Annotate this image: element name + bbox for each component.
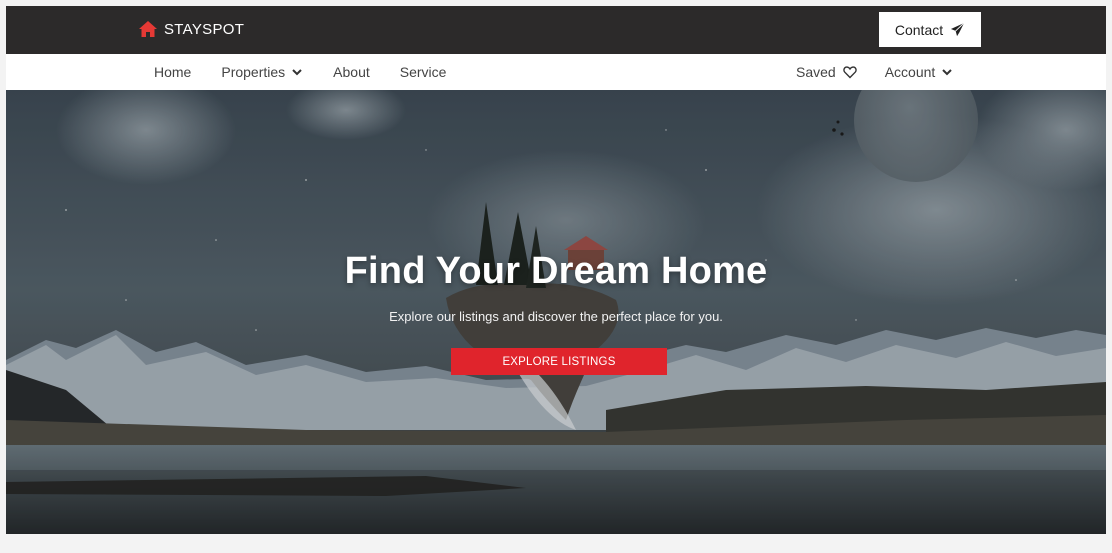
home-icon: [139, 21, 157, 37]
nav-item-label: Home: [154, 64, 192, 80]
nav-item-saved[interactable]: Saved: [796, 64, 857, 80]
brand-logo[interactable]: STAYSPOT: [138, 20, 244, 38]
page-frame: STAYSPOT Contact Home Properties About S…: [6, 6, 1106, 534]
main-nav: Home Properties About Service Saved Acco…: [6, 54, 1106, 90]
nav-item-label: Saved: [796, 64, 836, 80]
contact-button[interactable]: Contact: [879, 12, 981, 47]
contact-label: Contact: [894, 21, 944, 38]
nav-item-about[interactable]: About: [333, 64, 370, 80]
nav-item-service[interactable]: Service: [400, 64, 447, 80]
nav-item-home[interactable]: Home: [154, 64, 191, 80]
nav-item-label: Properties: [221, 64, 286, 80]
nav-item-label: Account: [884, 64, 936, 80]
hero-section: Find Your Dream Home Explore our listing…: [6, 90, 1106, 534]
hero-content: Find Your Dream Home Explore our listing…: [6, 90, 1106, 534]
top-bar: STAYSPOT Contact: [6, 6, 1106, 54]
brand-name: STAYSPOT: [164, 20, 245, 38]
hero-subtitle: Explore our listings and discover the pe…: [389, 309, 723, 324]
nav-item-properties[interactable]: Properties: [221, 64, 303, 80]
paper-plane-icon: [951, 22, 965, 37]
nav-item-account[interactable]: Account: [885, 64, 954, 80]
nav-left-group: Home Properties About Service: [154, 54, 476, 90]
chevron-down-icon: [292, 69, 302, 76]
nav-item-label: Service: [399, 64, 447, 80]
nav-right-group: Saved Account: [796, 54, 981, 90]
chevron-down-icon: [942, 69, 953, 76]
explore-listings-button[interactable]: EXPLORE LISTINGS: [451, 348, 667, 375]
heart-icon: [842, 66, 857, 79]
hero-title: Find Your Dream Home: [344, 250, 768, 292]
nav-item-label: About: [333, 64, 370, 80]
